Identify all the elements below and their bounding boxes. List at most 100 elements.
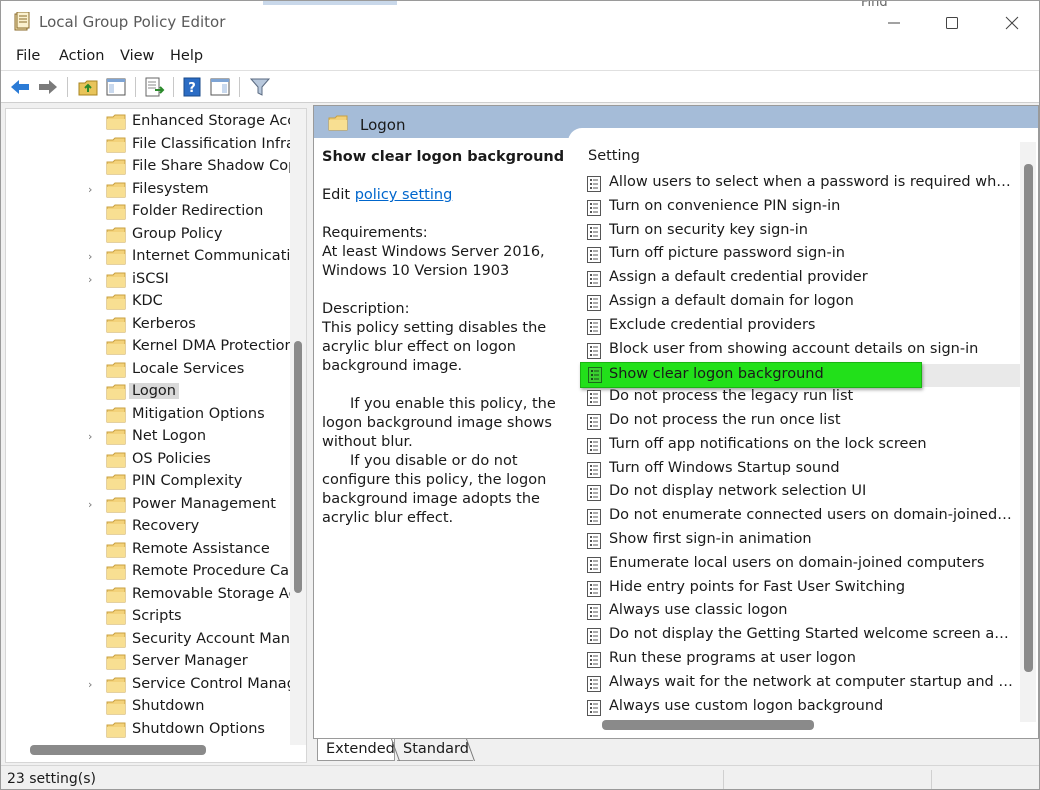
setting-row[interactable]: Do not process the run once list bbox=[580, 410, 1020, 433]
tree-item[interactable]: Locale Services bbox=[6, 359, 290, 381]
tree-item[interactable]: KDC bbox=[6, 291, 290, 313]
up-folder-icon[interactable] bbox=[77, 76, 99, 98]
close-button[interactable] bbox=[989, 9, 1035, 37]
tree-item[interactable]: › Power Management bbox=[6, 494, 290, 516]
forward-icon[interactable] bbox=[37, 76, 59, 98]
menu-help[interactable]: Help bbox=[170, 48, 203, 64]
folder-icon bbox=[106, 159, 126, 175]
pane-header-title: Logon bbox=[360, 116, 406, 134]
tree-item[interactable]: › Net Logon bbox=[6, 426, 290, 448]
toolbar-separator bbox=[173, 77, 174, 97]
filter-icon[interactable] bbox=[249, 76, 271, 98]
tab-standard[interactable]: Standard bbox=[397, 739, 473, 761]
chevron-right-icon[interactable]: › bbox=[88, 250, 98, 263]
setting-row[interactable]: Run these programs at user logon bbox=[580, 648, 1020, 671]
tree-item[interactable]: Kernel DMA Protection bbox=[6, 336, 294, 358]
status-divider bbox=[723, 770, 724, 789]
setting-row[interactable]: Turn off Windows Startup sound bbox=[580, 458, 1020, 481]
tree-item[interactable]: › Service Control Manage bbox=[6, 674, 305, 696]
setting-name: Show first sign-in animation bbox=[609, 531, 812, 547]
folder-icon bbox=[106, 609, 126, 625]
setting-row[interactable]: Show first sign-in animation bbox=[580, 529, 1020, 552]
tree-item[interactable]: PIN Complexity bbox=[6, 471, 290, 493]
tree-item[interactable]: Security Account Manag bbox=[6, 629, 306, 651]
tree-item[interactable]: File Share Shadow Copy bbox=[6, 156, 306, 178]
tree-item[interactable]: Shutdown Options bbox=[6, 719, 290, 741]
tree-item[interactable]: › Filesystem bbox=[6, 179, 290, 201]
setting-row-selected[interactable]: Show clear logon background bbox=[580, 362, 922, 389]
setting-row[interactable]: Always wait for the network at computer … bbox=[580, 672, 1020, 695]
tree-item[interactable]: Remote Procedure Call bbox=[6, 561, 297, 583]
folder-icon bbox=[106, 204, 126, 220]
tree-item[interactable]: › iSCSI bbox=[6, 269, 290, 291]
tree-item[interactable]: Kerberos bbox=[6, 314, 290, 336]
tree-item[interactable]: › Internet Communication bbox=[6, 246, 306, 268]
properties-icon[interactable] bbox=[209, 76, 231, 98]
settings-horizontal-scroll-thumb[interactable] bbox=[602, 720, 814, 730]
chevron-right-icon[interactable]: › bbox=[88, 183, 98, 196]
policy-setting-link[interactable]: policy setting bbox=[355, 187, 453, 203]
policy-setting-icon bbox=[586, 699, 602, 717]
settings-vertical-scroll-thumb[interactable] bbox=[1024, 164, 1033, 672]
export-list-icon[interactable] bbox=[143, 76, 165, 98]
toolbar-separator bbox=[67, 77, 68, 97]
setting-row[interactable]: Exclude credential providers bbox=[580, 315, 1020, 338]
chevron-right-icon[interactable]: › bbox=[88, 498, 98, 511]
back-icon[interactable] bbox=[9, 76, 31, 98]
tree-item-label: Scripts bbox=[132, 608, 182, 624]
chevron-right-icon[interactable]: › bbox=[88, 678, 98, 691]
chevron-right-icon[interactable]: › bbox=[88, 273, 98, 286]
maximize-button[interactable] bbox=[929, 9, 975, 37]
tree-item[interactable]: Server Manager bbox=[6, 651, 290, 673]
menu-view[interactable]: View bbox=[120, 48, 154, 64]
setting-row[interactable]: Assign a default domain for logon bbox=[580, 291, 1020, 314]
setting-row[interactable]: Do not display network selection UI bbox=[580, 481, 1020, 504]
tree-item[interactable]: OS Policies bbox=[6, 449, 290, 471]
minimize-button[interactable] bbox=[871, 9, 917, 37]
setting-row[interactable]: Do not process the legacy run list bbox=[580, 386, 1020, 409]
tree-item[interactable]: File Classification Infrast bbox=[6, 134, 306, 156]
setting-row[interactable]: Do not enumerate connected users on doma… bbox=[580, 505, 1020, 528]
folder-icon bbox=[106, 542, 126, 558]
tree-item[interactable]: Removable Storage Acce bbox=[6, 584, 306, 606]
setting-row[interactable]: Turn off picture password sign-in bbox=[580, 243, 1020, 266]
tree-item[interactable]: Enhanced Storage Acces bbox=[6, 111, 306, 133]
tree-item[interactable]: Logon bbox=[6, 381, 290, 403]
tree-item[interactable]: Remote Assistance bbox=[6, 539, 290, 561]
setting-row[interactable]: Always use classic logon bbox=[580, 600, 1020, 623]
menu-action[interactable]: Action bbox=[59, 48, 104, 64]
policy-setting-icon bbox=[586, 603, 602, 621]
tree-item[interactable]: Shutdown bbox=[6, 696, 290, 718]
setting-name: Allow users to select when a password is… bbox=[609, 174, 1013, 190]
setting-row[interactable]: Always use custom logon background bbox=[580, 696, 1020, 719]
chevron-right-icon[interactable]: › bbox=[88, 430, 98, 443]
tree-item[interactable]: Scripts bbox=[6, 606, 290, 628]
menu-bar: File Action View Help bbox=[1, 43, 1039, 71]
setting-row[interactable]: Turn on convenience PIN sign-in bbox=[580, 196, 1020, 219]
tree-vertical-scroll-thumb[interactable] bbox=[294, 341, 302, 593]
tree-item-label: iSCSI bbox=[132, 270, 169, 287]
setting-row[interactable]: Assign a default credential provider bbox=[580, 267, 1020, 290]
setting-row[interactable]: Hide entry points for Fast User Switchin… bbox=[580, 577, 1020, 600]
menu-file[interactable]: File bbox=[16, 48, 40, 64]
tree-item-label: File Share Shadow Copy bbox=[132, 158, 306, 174]
minimize-icon bbox=[888, 22, 900, 24]
setting-column-header[interactable]: Setting bbox=[588, 148, 640, 164]
tab-extended[interactable]: Extended bbox=[317, 739, 395, 761]
setting-row[interactable]: Turn on security key sign-in bbox=[580, 220, 1020, 243]
description-label: Description: bbox=[322, 301, 410, 317]
setting-row[interactable]: Block user from showing account details … bbox=[580, 339, 1020, 362]
setting-row[interactable]: Enumerate local users on domain-joined c… bbox=[580, 553, 1020, 576]
setting-row[interactable]: Do not display the Getting Started welco… bbox=[580, 624, 1020, 647]
setting-name: Exclude credential providers bbox=[609, 316, 816, 333]
setting-row[interactable]: Allow users to select when a password is… bbox=[580, 172, 1020, 195]
tree-item-label: Filesystem bbox=[132, 180, 209, 197]
help-icon[interactable]: ? bbox=[181, 76, 203, 98]
tree-item[interactable]: Folder Redirection bbox=[6, 201, 290, 223]
show-hide-tree-icon[interactable] bbox=[105, 76, 127, 98]
tree-item[interactable]: Group Policy bbox=[6, 224, 290, 246]
tree-horizontal-scroll-thumb[interactable] bbox=[30, 745, 206, 755]
tree-item[interactable]: Recovery bbox=[6, 516, 290, 538]
setting-row[interactable]: Turn off app notifications on the lock s… bbox=[580, 434, 1020, 457]
tree-item[interactable]: Mitigation Options bbox=[6, 404, 290, 426]
